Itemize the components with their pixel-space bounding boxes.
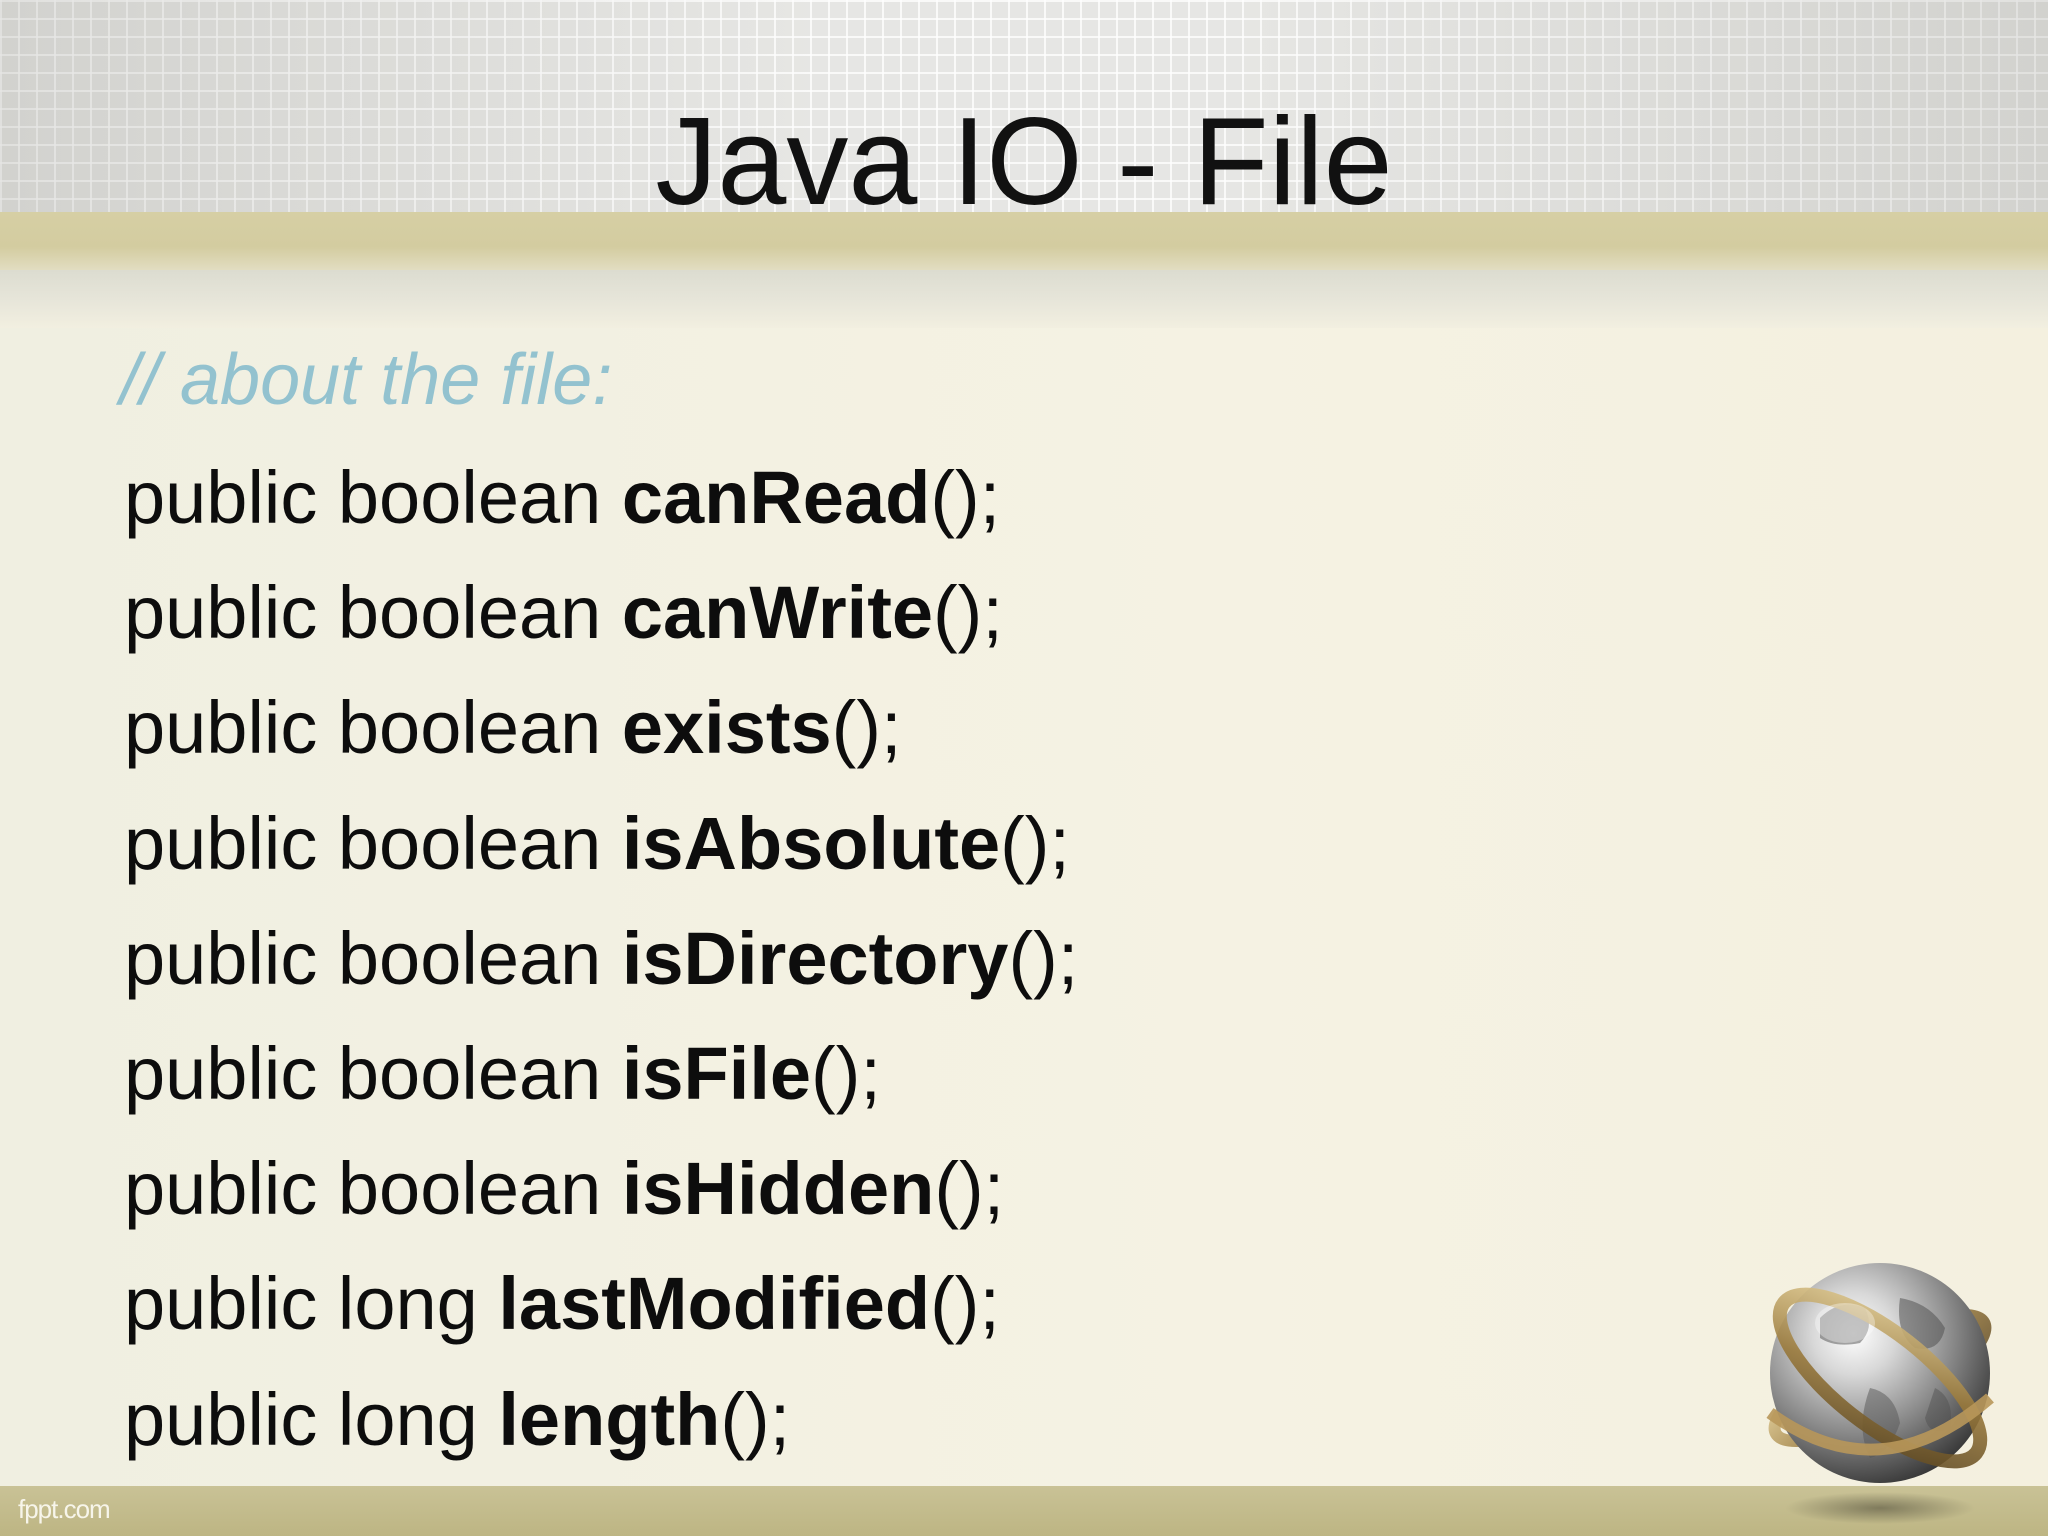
method-row: public boolean isHidden();: [124, 1131, 1078, 1246]
method-name: isFile: [621, 1031, 812, 1115]
method-prefix: public boolean: [124, 456, 622, 539]
method-suffix: ();: [720, 1377, 791, 1461]
slide: Java IO - File // about the file: public…: [0, 0, 2048, 1536]
method-suffix: ();: [930, 1262, 1000, 1346]
method-name: lastModified: [498, 1262, 931, 1346]
footer-bar: [0, 1486, 2048, 1536]
slide-title: Java IO - File: [0, 92, 2048, 232]
gray-divider-stripe: [0, 270, 2048, 328]
method-row: public long lastModified();: [124, 1246, 1078, 1361]
method-name: canRead: [621, 456, 931, 539]
method-name: isDirectory: [621, 916, 1009, 1000]
method-row: public boolean isDirectory();: [124, 901, 1078, 1016]
method-suffix: ();: [1000, 801, 1070, 885]
method-prefix: public boolean: [124, 801, 622, 885]
method-row: public long length();: [124, 1362, 1078, 1477]
method-prefix: public boolean: [124, 1147, 622, 1231]
method-name: length: [498, 1377, 721, 1461]
method-prefix: public boolean: [124, 686, 622, 770]
method-prefix: public boolean: [124, 571, 622, 655]
method-name: isAbsolute: [621, 801, 1001, 885]
method-row: public boolean canRead();: [124, 440, 1078, 555]
method-prefix: public long: [124, 1377, 499, 1461]
method-prefix: public long: [124, 1262, 499, 1346]
method-list: public boolean canRead(); public boolean…: [124, 440, 1078, 1477]
footer-logo-text: fppt.com: [18, 1494, 111, 1524]
method-suffix: ();: [811, 1031, 881, 1115]
method-name: canWrite: [621, 571, 934, 655]
globe-icon: [1750, 1238, 2010, 1528]
method-row: public boolean canWrite();: [124, 555, 1078, 670]
slide-title-text: Java IO - File: [655, 93, 1393, 231]
method-row: public boolean exists();: [124, 670, 1078, 785]
method-row: public boolean isFile();: [124, 1016, 1078, 1131]
method-name: exists: [621, 686, 832, 770]
method-suffix: ();: [831, 686, 902, 770]
method-suffix: ();: [933, 571, 1003, 655]
comment-line: // about the file:: [120, 340, 613, 420]
method-suffix: ();: [934, 1147, 1005, 1231]
method-suffix: ();: [930, 456, 1001, 539]
method-row: public boolean isAbsolute();: [124, 786, 1078, 901]
method-suffix: ();: [1008, 916, 1079, 1000]
method-prefix: public boolean: [124, 1031, 622, 1115]
method-name: isHidden: [621, 1147, 935, 1231]
method-prefix: public boolean: [124, 916, 622, 1000]
